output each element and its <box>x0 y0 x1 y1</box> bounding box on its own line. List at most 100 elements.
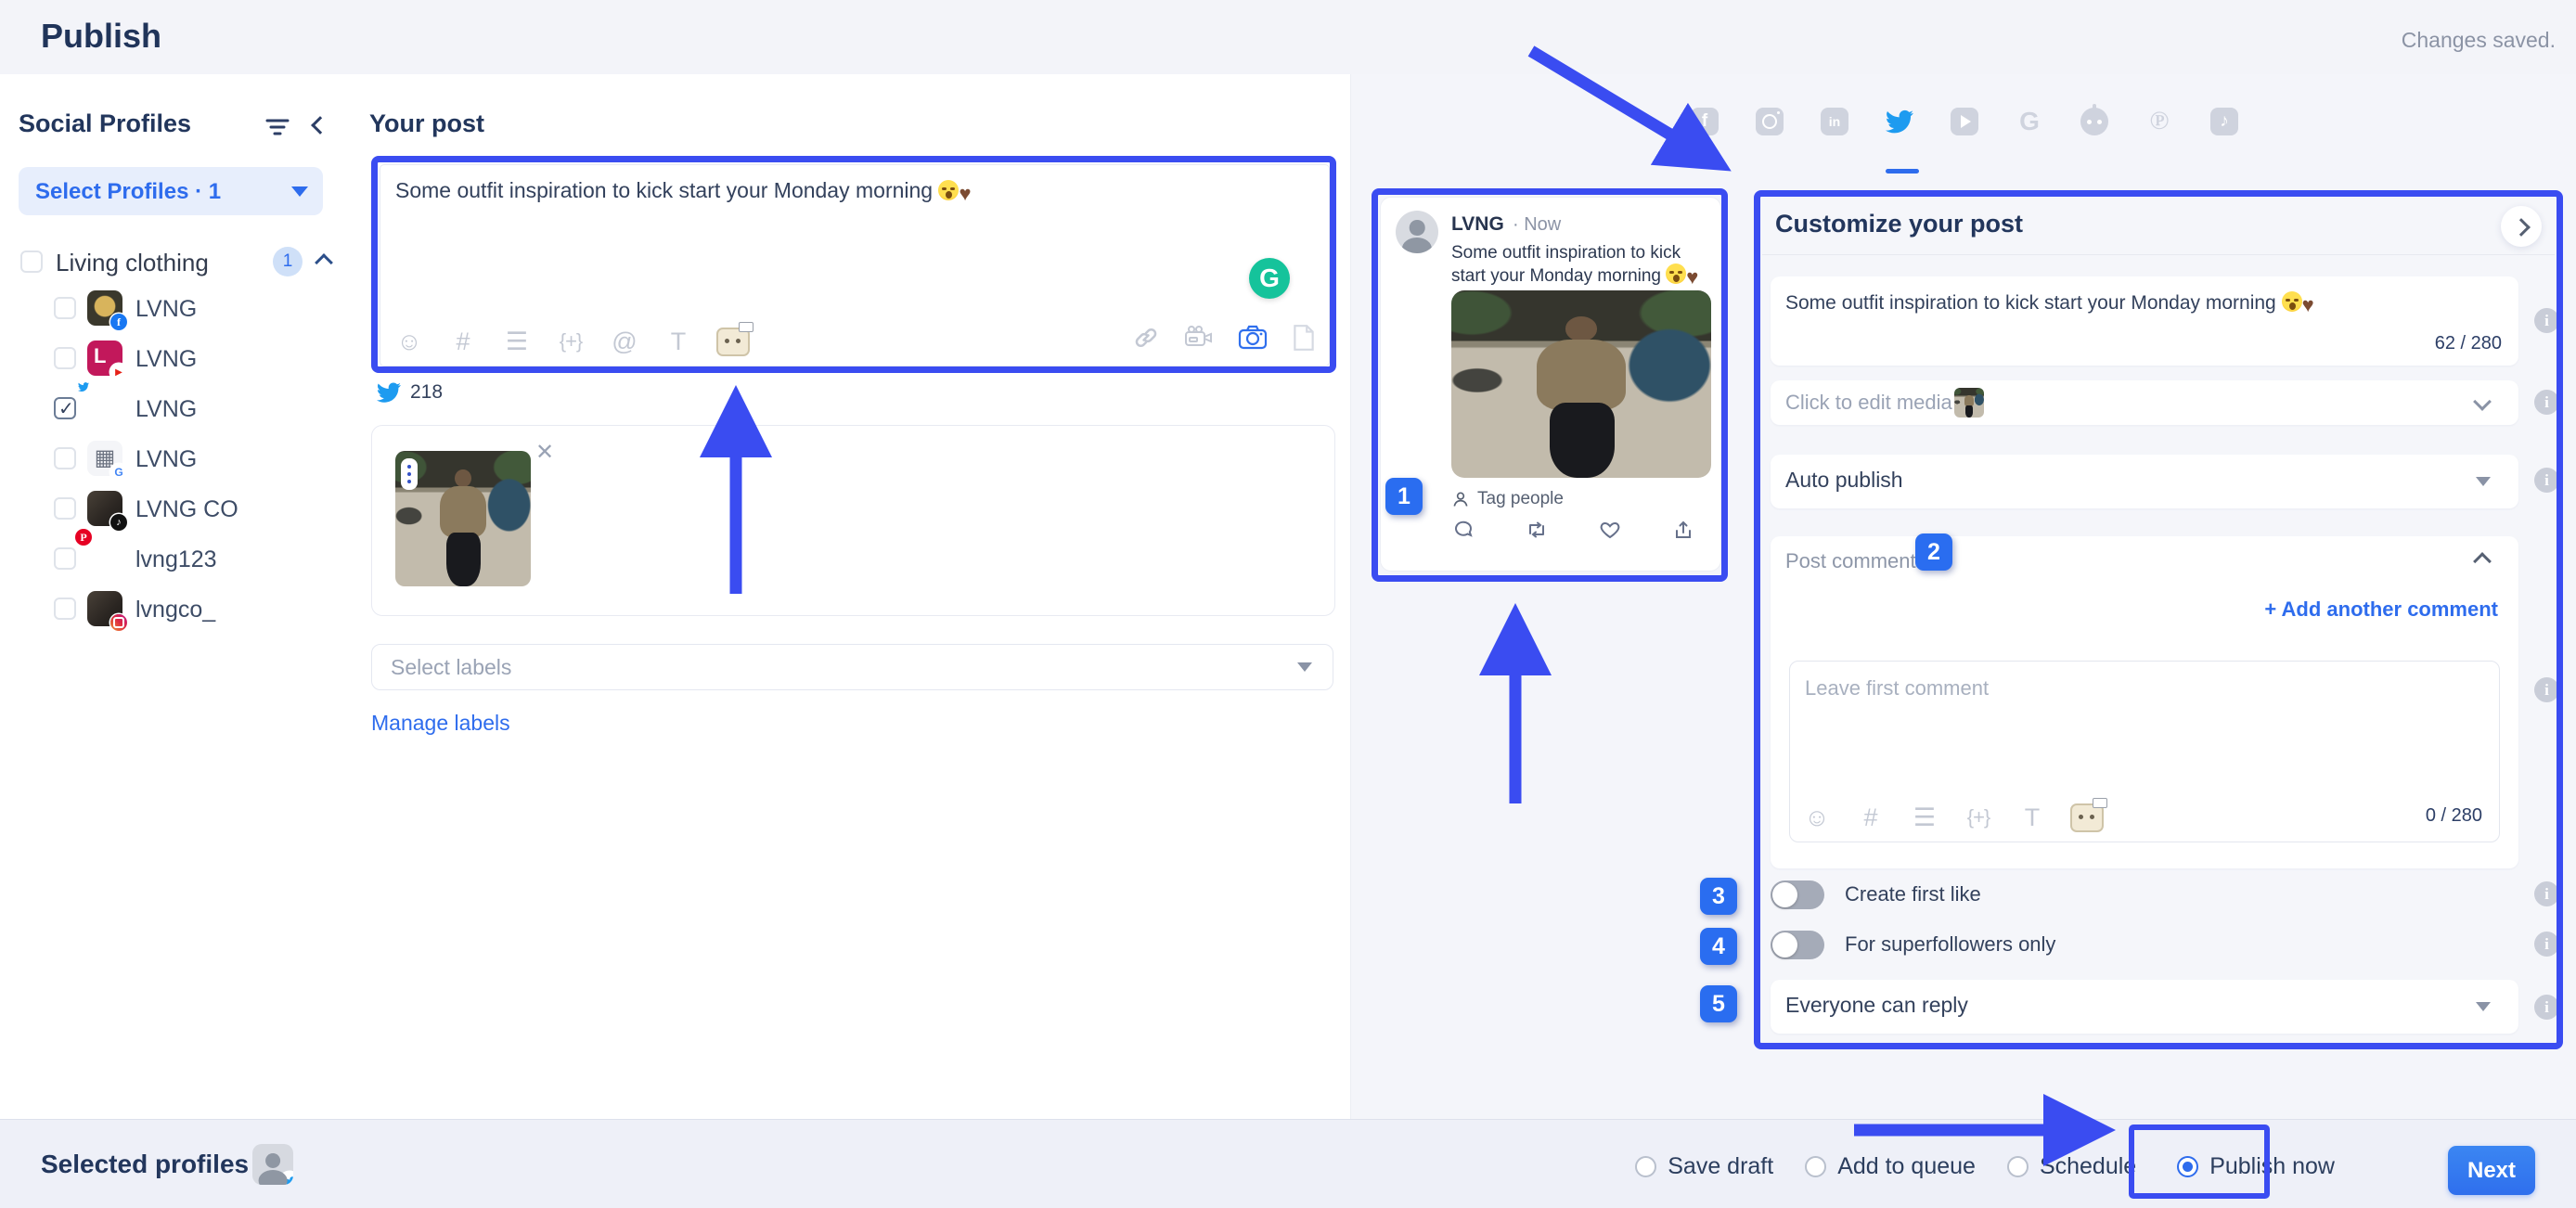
grammarly-icon[interactable]: G <box>1249 258 1290 299</box>
hashtag-icon[interactable]: # <box>1855 803 1887 832</box>
profile-checkbox[interactable] <box>54 547 76 570</box>
mention-icon[interactable]: @ <box>609 328 640 356</box>
info-icon[interactable]: i <box>2534 308 2559 333</box>
tab-twitter[interactable] <box>1886 108 1913 135</box>
first-like-toggle[interactable] <box>1771 880 1824 909</box>
profile-checkbox[interactable] <box>54 347 76 369</box>
profile-row[interactable]: ▦G LVNG <box>0 434 345 484</box>
auto-publish-label: Auto publish <box>1785 468 1903 493</box>
info-icon[interactable]: i <box>2534 881 2559 906</box>
profile-checkbox[interactable] <box>54 497 76 520</box>
select-profiles-dropdown[interactable]: Select Profiles · 1 <box>19 167 323 215</box>
profile-name: LVNG <box>135 296 197 323</box>
preview-post-image <box>1451 290 1711 478</box>
profile-row[interactable]: ♪ LVNG CO <box>0 484 345 534</box>
labels-placeholder: Select labels <box>391 655 511 680</box>
chevron-up-icon[interactable] <box>2473 552 2492 571</box>
annotation-badge-3: 3 <box>1700 878 1737 915</box>
superfollowers-toggle[interactable] <box>1771 931 1824 959</box>
caption-field[interactable]: Some outfit inspiration to kick start yo… <box>1771 276 2518 366</box>
variables-icon[interactable]: {+} <box>555 329 586 353</box>
ai-assistant-icon[interactable] <box>2070 803 2104 832</box>
preview-timestamp: · Now <box>1513 214 1561 236</box>
save-draft-option[interactable]: Save draft <box>1635 1153 1773 1180</box>
annotation-badge-2: 2 <box>1915 533 1952 571</box>
profile-checkbox[interactable] <box>54 447 76 469</box>
profile-checkbox[interactable] <box>54 598 76 620</box>
superfollowers-row: For superfollowers only <box>1771 930 2055 959</box>
tab-reddit[interactable] <box>2080 108 2108 135</box>
auto-publish-select[interactable]: Auto publish <box>1771 455 2518 508</box>
composer-toolbar: ☺ # ☰ {+} @ T <box>393 325 750 358</box>
post-text[interactable]: Some outfit inspiration to kick start yo… <box>395 178 1230 204</box>
reply-setting-select[interactable]: Everyone can reply <box>1771 980 2518 1034</box>
profile-group-row[interactable]: Living clothing 1 <box>0 247 345 284</box>
manage-labels-link[interactable]: Manage labels <box>371 711 510 736</box>
tab-instagram[interactable] <box>1756 108 1784 135</box>
text-format-icon[interactable]: T <box>2016 803 2048 832</box>
emoji-icon[interactable]: ☺ <box>393 328 425 356</box>
avatar <box>87 591 122 626</box>
text-format-icon[interactable]: T <box>663 328 694 356</box>
profile-row[interactable]: lvngco_ <box>0 585 345 635</box>
profile-row[interactable]: ▶ LVNG <box>0 334 345 384</box>
profile-row[interactable]: P lvng123 <box>0 534 345 585</box>
video-icon[interactable] <box>1184 324 1214 356</box>
composer-media-toolbar <box>1132 324 1316 356</box>
profile-checkbox[interactable] <box>54 297 76 319</box>
tab-tiktok[interactable]: ♪ <box>2210 108 2238 135</box>
retweet-icon[interactable] <box>1525 519 1549 546</box>
labels-select[interactable]: Select labels <box>371 644 1333 690</box>
next-button[interactable]: Next <box>2448 1146 2535 1195</box>
tab-google[interactable]: G <box>2016 108 2043 135</box>
share-icon[interactable] <box>1672 519 1694 546</box>
tag-people-button[interactable]: Tag people <box>1451 489 1564 509</box>
media-options-icon[interactable] <box>401 458 418 490</box>
instagram-icon <box>110 614 127 631</box>
info-icon[interactable]: i <box>2534 468 2559 493</box>
tab-pinterest[interactable]: ℗ <box>2145 108 2173 135</box>
like-icon[interactable] <box>1599 519 1621 546</box>
first-comment-input[interactable]: Leave first comment ☺ # ☰ {+} T 0 / 280 <box>1789 661 2500 842</box>
post-editor-column: Your post Some outfit inspiration to kic… <box>345 74 1351 1119</box>
emoji-icon[interactable]: ☺ <box>1801 803 1833 832</box>
info-icon[interactable]: i <box>2534 390 2559 415</box>
profile-row[interactable]: f LVNG <box>0 284 345 334</box>
remove-media-icon[interactable]: ✕ <box>535 439 554 466</box>
comment-toolbar: ☺ # ☰ {+} T <box>1801 801 2104 834</box>
tab-facebook[interactable]: f <box>1691 108 1719 135</box>
edit-media-row[interactable]: Click to edit media <box>1771 380 2518 425</box>
info-icon[interactable]: i <box>2534 995 2559 1020</box>
info-icon[interactable]: i <box>2534 932 2559 957</box>
collapse-sidebar-icon[interactable] <box>311 116 329 135</box>
chevron-down-icon <box>1297 662 1312 672</box>
post-composer[interactable]: Some outfit inspiration to kick start yo… <box>380 164 1330 366</box>
group-collapse-icon[interactable] <box>315 253 333 272</box>
saved-captions-icon[interactable]: ☰ <box>1909 803 1940 832</box>
twitter-char-count: 218 <box>377 380 443 405</box>
caption-text[interactable]: Some outfit inspiration to kick start yo… <box>1785 291 2472 315</box>
publish-now-option[interactable]: Publish now <box>2177 1153 2335 1180</box>
link-icon[interactable] <box>1132 324 1160 356</box>
collapse-panel-button[interactable] <box>2501 206 2542 247</box>
hashtag-icon[interactable]: # <box>447 328 479 356</box>
add-comment-link[interactable]: + Add another comment <box>2264 598 2498 622</box>
info-icon[interactable]: i <box>2534 677 2559 702</box>
profile-checkbox[interactable] <box>54 397 76 419</box>
group-checkbox[interactable] <box>20 251 43 273</box>
tab-youtube[interactable] <box>1951 108 1978 135</box>
variables-icon[interactable]: {+} <box>1963 805 1994 829</box>
photo-icon[interactable] <box>1238 324 1268 356</box>
profile-row[interactable]: LVNG <box>0 384 345 434</box>
add-to-queue-option[interactable]: Add to queue <box>1805 1153 1976 1180</box>
document-icon[interactable] <box>1292 324 1316 356</box>
network-tabs: f in G ℗ ♪ <box>1691 108 2238 135</box>
media-thumbnail[interactable] <box>395 451 531 586</box>
tab-linkedin[interactable]: in <box>1821 108 1848 135</box>
ai-assistant-icon[interactable] <box>716 328 750 356</box>
schedule-option[interactable]: Schedule <box>2007 1153 2136 1180</box>
divider <box>1762 254 2555 255</box>
saved-captions-icon[interactable]: ☰ <box>501 328 533 356</box>
filter-icon[interactable] <box>264 115 291 144</box>
reply-icon[interactable] <box>1451 519 1474 546</box>
